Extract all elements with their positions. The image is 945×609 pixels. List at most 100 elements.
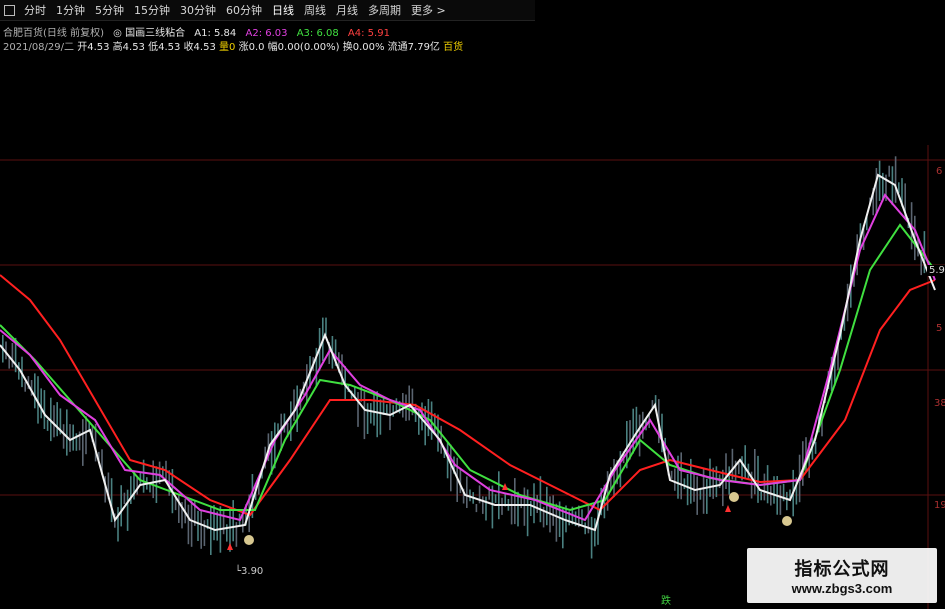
price-bar (200, 510, 202, 549)
price-bar (514, 478, 516, 525)
coin-icon (729, 492, 739, 502)
price-bar (629, 420, 631, 460)
price-bar (686, 474, 689, 506)
price-bar (386, 404, 388, 415)
price-bar (325, 317, 327, 336)
price-bar (485, 496, 487, 521)
tab-30min[interactable]: 30分钟 (175, 2, 221, 18)
tab-daily[interactable]: 日线 (267, 2, 299, 18)
price-bar (123, 492, 126, 504)
price-bar (24, 381, 26, 392)
kline-chart[interactable] (0, 55, 945, 609)
quote-volume: 量0 (219, 42, 236, 53)
axis-label: 5 (936, 323, 943, 334)
bottom-signal-label: 跌 (661, 596, 671, 607)
price-bar (757, 455, 759, 503)
price-bar (693, 473, 695, 502)
quote-change: 涨0.0 (238, 42, 265, 53)
price-bar (875, 168, 878, 214)
price-bar (408, 385, 410, 421)
price-bar (11, 343, 14, 368)
low-price-value: 3.90 (241, 566, 264, 577)
price-bar (779, 485, 782, 515)
price-bar (366, 403, 369, 434)
tab-1min[interactable]: 1分钟 (51, 2, 90, 18)
price-bar (437, 414, 439, 452)
price-bar (552, 495, 554, 526)
tab-multi-period[interactable]: 多周期 (363, 2, 406, 18)
price-bar (370, 403, 372, 424)
price-bar (293, 389, 295, 421)
tab-60min[interactable]: 60分钟 (221, 2, 267, 18)
price-bar (510, 493, 513, 525)
price-bar (232, 500, 234, 542)
price-bar (190, 499, 193, 547)
price-bar (203, 520, 206, 546)
price-bar (40, 388, 42, 419)
quote-name: 百货 (443, 42, 464, 53)
price-bar (491, 485, 494, 529)
price-bar (539, 476, 542, 523)
quote-high: 高4.53 (112, 42, 145, 53)
price-bar (126, 489, 129, 531)
price-bar (117, 507, 119, 542)
price-bar (613, 459, 615, 498)
price-bar (62, 424, 65, 449)
price-bar (482, 496, 484, 514)
tab-monthly[interactable]: 月线 (331, 2, 363, 18)
ma-line-green (0, 223, 936, 512)
indicator-info-line: 合肥百货(日线 前复权) ◎ 国画三线粘合 A1: 5.84 A2: 6.03 … (3, 24, 396, 39)
tab-more[interactable]: 更多 > (406, 2, 451, 18)
price-bar (43, 390, 46, 429)
price-bar (878, 160, 881, 201)
price-bar (178, 495, 180, 523)
price-bar (382, 397, 385, 415)
price-bar (363, 391, 366, 440)
quote-turnover: 换0.00% (342, 42, 385, 53)
last-price-tag: 5.91 (927, 265, 945, 276)
price-bar (712, 467, 714, 499)
price-bar (450, 444, 452, 492)
axis-label: 38 (934, 398, 945, 409)
price-bar (888, 165, 890, 177)
price-bar (744, 445, 746, 479)
price-bar (494, 494, 497, 503)
price-bar (722, 469, 724, 507)
coin-icon (244, 535, 254, 545)
quote-amplitude: 幅0.00(0.00%) (267, 42, 340, 53)
price-bar (530, 501, 532, 516)
price-bar (763, 473, 766, 501)
price-bar (69, 424, 71, 452)
price-bar (590, 516, 593, 559)
price-bar (110, 478, 113, 523)
price-bar (8, 357, 10, 369)
quote-float-cap: 流通7.79亿 (387, 42, 440, 53)
axis-label: 19 (934, 500, 945, 511)
tab-15min[interactable]: 15分钟 (129, 2, 175, 18)
tab-5min[interactable]: 5分钟 (90, 2, 129, 18)
checkbox-icon[interactable] (4, 4, 15, 16)
coin-icon (782, 516, 792, 526)
price-bar (222, 510, 225, 535)
price-bar (357, 392, 359, 427)
price-bar (738, 462, 740, 475)
price-bar (120, 485, 122, 527)
price-bar (136, 477, 138, 495)
price-bar (469, 489, 471, 502)
tab-intraday[interactable]: 分时 (19, 2, 51, 18)
price-bar (155, 466, 158, 503)
price-bar (674, 468, 676, 491)
price-bar (725, 453, 727, 489)
watermark-url: www.zbgs3.com (791, 581, 893, 596)
price-bar (581, 509, 583, 525)
chart-grid (0, 145, 945, 609)
quote-info-line: 2021/08/29/二 开4.53 高4.53 低4.53 收4.53 量0 … (3, 38, 463, 53)
quote-open: 开4.53 (77, 42, 110, 53)
price-bar (632, 408, 634, 454)
watermark-title: 指标公式网 (794, 559, 890, 580)
tab-weekly[interactable]: 周线 (299, 2, 331, 18)
price-bar (501, 497, 503, 515)
price-bar (606, 471, 609, 511)
price-bar (670, 470, 673, 479)
period-toolbar: 分时 1分钟 5分钟 15分钟 30分钟 60分钟 日线 周线 月线 多周期 更… (0, 0, 535, 21)
